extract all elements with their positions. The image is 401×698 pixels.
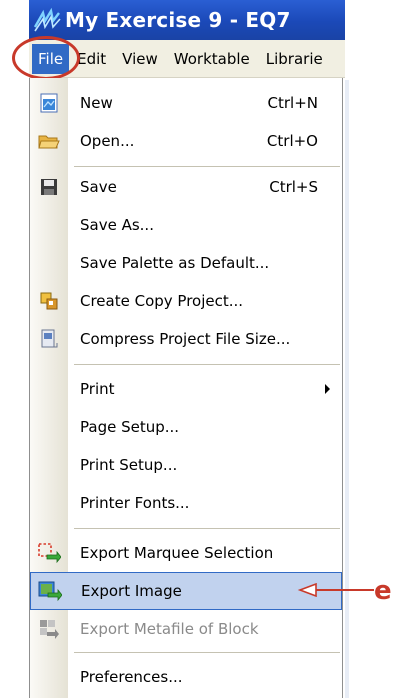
- menu-item-new-label: New: [80, 94, 113, 112]
- menu-item-open-shortcut: Ctrl+O: [266, 132, 318, 150]
- menu-item-compress-project[interactable]: Compress Project File Size...: [30, 320, 342, 358]
- export-metafile-icon: [30, 610, 68, 648]
- file-menu-dropdown: New Ctrl+N Open... Ctrl+O Save Ctrl+S Sa…: [29, 78, 343, 698]
- menu-item-create-copy-label: Create Copy Project...: [80, 292, 244, 310]
- window-titlebar: My Exercise 9 - EQ7: [29, 0, 345, 40]
- menu-item-save-palette-default[interactable]: Save Palette as Default...: [30, 244, 342, 282]
- menu-item-page-setup-label: Page Setup...: [80, 418, 180, 436]
- menu-item-save-shortcut: Ctrl+S: [269, 178, 318, 196]
- menu-separator: [74, 652, 340, 653]
- menu-item-print[interactable]: Print: [30, 370, 342, 408]
- menu-item-create-copy-project[interactable]: Create Copy Project...: [30, 282, 342, 320]
- app-logo-icon: [33, 7, 63, 33]
- export-marquee-icon: [30, 534, 68, 572]
- copy-project-icon: [30, 282, 68, 320]
- window-title: My Exercise 9 - EQ7: [65, 8, 291, 32]
- menu-separator: [74, 528, 340, 529]
- menu-item-printer-fonts-label: Printer Fonts...: [80, 494, 190, 512]
- export-image-icon: [31, 572, 69, 610]
- callout-label: e: [374, 576, 392, 606]
- menu-item-preferences-label: Preferences...: [80, 668, 183, 686]
- menu-item-print-setup[interactable]: Print Setup...: [30, 446, 342, 484]
- menu-item-export-metafile-label: Export Metafile of Block: [80, 620, 259, 638]
- menu-item-print-setup-label: Print Setup...: [80, 456, 178, 474]
- menu-item-compress-label: Compress Project File Size...: [80, 330, 291, 348]
- menu-libraries[interactable]: Librarie: [258, 44, 331, 74]
- menu-item-new-shortcut: Ctrl+N: [267, 94, 318, 112]
- menu-item-save-as-label: Save As...: [80, 216, 154, 234]
- menu-item-print-label: Print: [80, 380, 115, 398]
- menu-item-open[interactable]: Open... Ctrl+O: [30, 122, 342, 160]
- menu-item-new[interactable]: New Ctrl+N: [30, 84, 342, 122]
- save-disk-icon: [30, 168, 68, 206]
- menu-item-export-metafile: Export Metafile of Block: [30, 610, 342, 648]
- menu-item-export-image-label: Export Image: [81, 582, 182, 600]
- menu-worktable[interactable]: Worktable: [166, 44, 258, 74]
- menu-view[interactable]: View: [114, 44, 166, 74]
- submenu-arrow-icon: [325, 384, 330, 394]
- background-strip: [345, 80, 349, 698]
- open-folder-icon: [30, 122, 68, 160]
- menu-item-save-label: Save: [80, 178, 117, 196]
- menu-item-export-marquee-label: Export Marquee Selection: [80, 544, 274, 562]
- compress-file-icon: [30, 320, 68, 358]
- new-file-icon: [30, 84, 68, 122]
- menu-item-save[interactable]: Save Ctrl+S: [30, 168, 342, 206]
- menu-item-preferences[interactable]: Preferences...: [30, 658, 342, 696]
- menu-item-save-palette-label: Save Palette as Default...: [80, 254, 270, 272]
- menu-separator: [74, 166, 340, 167]
- menu-item-page-setup[interactable]: Page Setup...: [30, 408, 342, 446]
- menu-item-printer-fonts[interactable]: Printer Fonts...: [30, 484, 342, 522]
- menu-item-save-as[interactable]: Save As...: [30, 206, 342, 244]
- menu-item-open-label: Open...: [80, 132, 135, 150]
- menu-separator: [74, 364, 340, 365]
- menu-item-export-marquee-selection[interactable]: Export Marquee Selection: [30, 534, 342, 572]
- callout-arrow-icon: [297, 583, 374, 597]
- file-menu-highlight-circle: [12, 36, 80, 80]
